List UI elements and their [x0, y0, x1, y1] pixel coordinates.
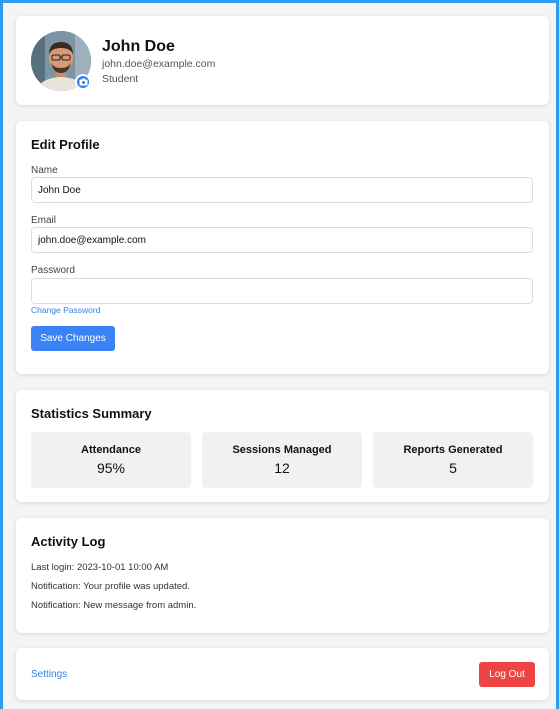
stat-value: 12: [274, 460, 290, 476]
stat-reports-generated: Reports Generated 5: [373, 432, 533, 488]
activity-log-card: Activity Log Last login: 2023-10-01 10:0…: [16, 518, 549, 633]
change-password-link[interactable]: Change Password: [31, 305, 100, 315]
activity-log-title: Activity Log: [31, 534, 106, 549]
stat-value: 95%: [96, 460, 126, 476]
log-item: Notification: Your profile was updated.: [31, 581, 190, 592]
stat-label: Reports Generated: [403, 444, 503, 456]
profile-name: John Doe: [102, 38, 175, 55]
log-item: Notification: New message from admin.: [31, 600, 197, 611]
name-label: Name: [31, 165, 58, 176]
logout-button[interactable]: Log Out: [479, 662, 535, 687]
email-input[interactable]: [31, 227, 533, 253]
save-changes-button[interactable]: Save Changes: [31, 326, 115, 351]
stat-label: Sessions Managed: [232, 444, 332, 456]
stat-sessions-managed: Sessions Managed 12: [202, 432, 362, 488]
footer-card: Settings Log Out: [16, 648, 549, 700]
statistics-title: Statistics Summary: [31, 406, 152, 421]
avatar-container[interactable]: [31, 31, 91, 91]
stat-value: 5: [449, 460, 457, 476]
settings-link[interactable]: Settings: [31, 669, 67, 680]
name-input[interactable]: [31, 177, 533, 203]
profile-card: John Doe john.doe@example.com Student: [16, 16, 549, 105]
camera-icon[interactable]: [75, 74, 91, 90]
app-frame: John Doe john.doe@example.com Student Ed…: [0, 0, 559, 709]
password-input[interactable]: [31, 278, 533, 304]
stat-attendance: Attendance 95%: [31, 432, 191, 488]
profile-email: john.doe@example.com: [102, 58, 216, 70]
edit-profile-title: Edit Profile: [31, 137, 100, 152]
email-label: Email: [31, 215, 57, 226]
log-item: Last login: 2023-10-01 10:00 AM: [31, 562, 169, 573]
stat-label: Attendance: [81, 444, 141, 456]
password-label: Password: [31, 265, 75, 276]
profile-role: Student: [102, 73, 139, 85]
statistics-card: Statistics Summary Attendance 95% Sessio…: [16, 390, 549, 502]
edit-profile-card: Edit Profile Name Email Password Change …: [16, 121, 549, 374]
